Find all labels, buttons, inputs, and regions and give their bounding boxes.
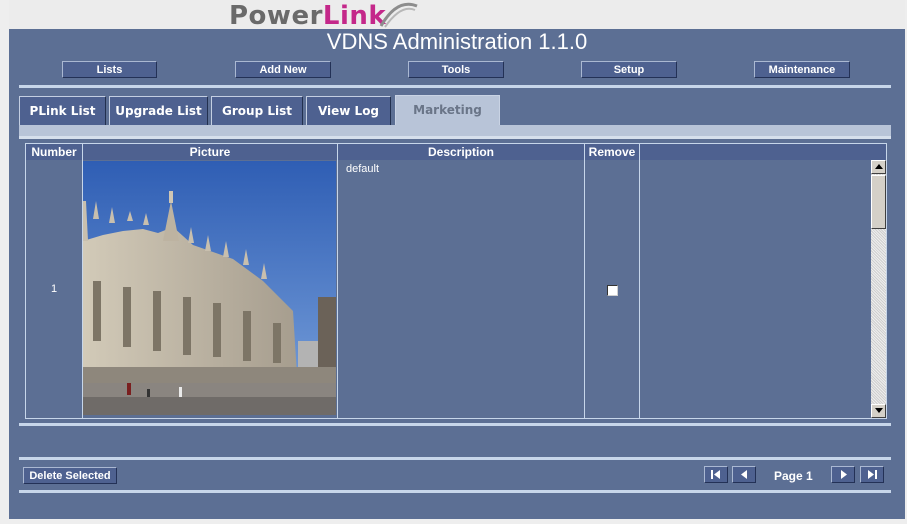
first-page-icon bbox=[711, 470, 720, 479]
tab-group-list[interactable]: Group List bbox=[211, 96, 303, 125]
tab-view-log[interactable]: View Log bbox=[306, 96, 391, 125]
maintenance-button[interactable]: Maintenance bbox=[754, 61, 850, 78]
column-header-remove: Remove bbox=[585, 144, 640, 160]
column-header-blank bbox=[640, 144, 886, 160]
column-divider bbox=[584, 160, 585, 418]
add-new-button[interactable]: Add New bbox=[235, 61, 331, 78]
cathedral-photo bbox=[83, 161, 336, 415]
remove-checkbox[interactable] bbox=[607, 285, 618, 296]
lists-button[interactable]: Lists bbox=[62, 61, 157, 78]
scroll-up-button[interactable] bbox=[871, 160, 886, 174]
previous-page-button[interactable] bbox=[732, 466, 756, 483]
main-panel: VDNS Administration 1.1.0 Lists Add New … bbox=[9, 29, 905, 519]
vertical-scrollbar[interactable] bbox=[871, 160, 886, 418]
arrow-up-icon bbox=[875, 164, 883, 169]
app-title: VDNS Administration 1.1.0 bbox=[326, 29, 588, 54]
divider bbox=[19, 423, 891, 426]
last-page-icon bbox=[868, 470, 877, 479]
row-number: 1 bbox=[50, 283, 58, 295]
page-indicator: Page 1 bbox=[774, 469, 813, 483]
tab-content-strip bbox=[19, 125, 891, 136]
tools-button[interactable]: Tools bbox=[408, 61, 504, 78]
column-header-picture: Picture bbox=[83, 144, 338, 160]
last-page-button[interactable] bbox=[860, 466, 884, 483]
tab-strip-shadow bbox=[19, 136, 891, 139]
header-strip: PowerLink bbox=[9, 0, 905, 31]
logo-accent-text: Link bbox=[322, 1, 387, 31]
app-window: PowerLink VDNS Administration 1.1.0 List… bbox=[9, 0, 905, 524]
row-picture bbox=[83, 161, 336, 415]
column-header-number: Number bbox=[26, 144, 83, 160]
divider bbox=[19, 457, 891, 460]
logo-swoosh-icon bbox=[379, 2, 418, 28]
delete-selected-button[interactable]: Delete Selected bbox=[23, 467, 117, 484]
next-page-button[interactable] bbox=[831, 466, 855, 483]
scrollbar-thumb[interactable] bbox=[871, 175, 886, 229]
arrow-left-icon bbox=[741, 470, 747, 479]
divider bbox=[19, 490, 891, 493]
marketing-table: Number Picture Description Remove 1 defa… bbox=[25, 143, 887, 419]
arrow-down-icon bbox=[875, 408, 883, 413]
tab-marketing[interactable]: Marketing bbox=[395, 95, 500, 125]
setup-button[interactable]: Setup bbox=[581, 61, 677, 78]
divider bbox=[19, 85, 891, 88]
tab-upgrade-list[interactable]: Upgrade List bbox=[109, 96, 208, 125]
column-divider bbox=[639, 160, 640, 418]
scroll-down-button[interactable] bbox=[871, 404, 886, 418]
logo-text: Power bbox=[229, 1, 323, 31]
first-page-button[interactable] bbox=[704, 466, 728, 483]
row-description: default bbox=[346, 163, 380, 175]
arrow-right-icon bbox=[841, 470, 847, 479]
tab-plink-list[interactable]: PLink List bbox=[19, 96, 106, 125]
column-divider bbox=[337, 160, 338, 418]
column-header-description: Description bbox=[338, 144, 585, 160]
powerlink-logo: PowerLink bbox=[229, 1, 418, 31]
